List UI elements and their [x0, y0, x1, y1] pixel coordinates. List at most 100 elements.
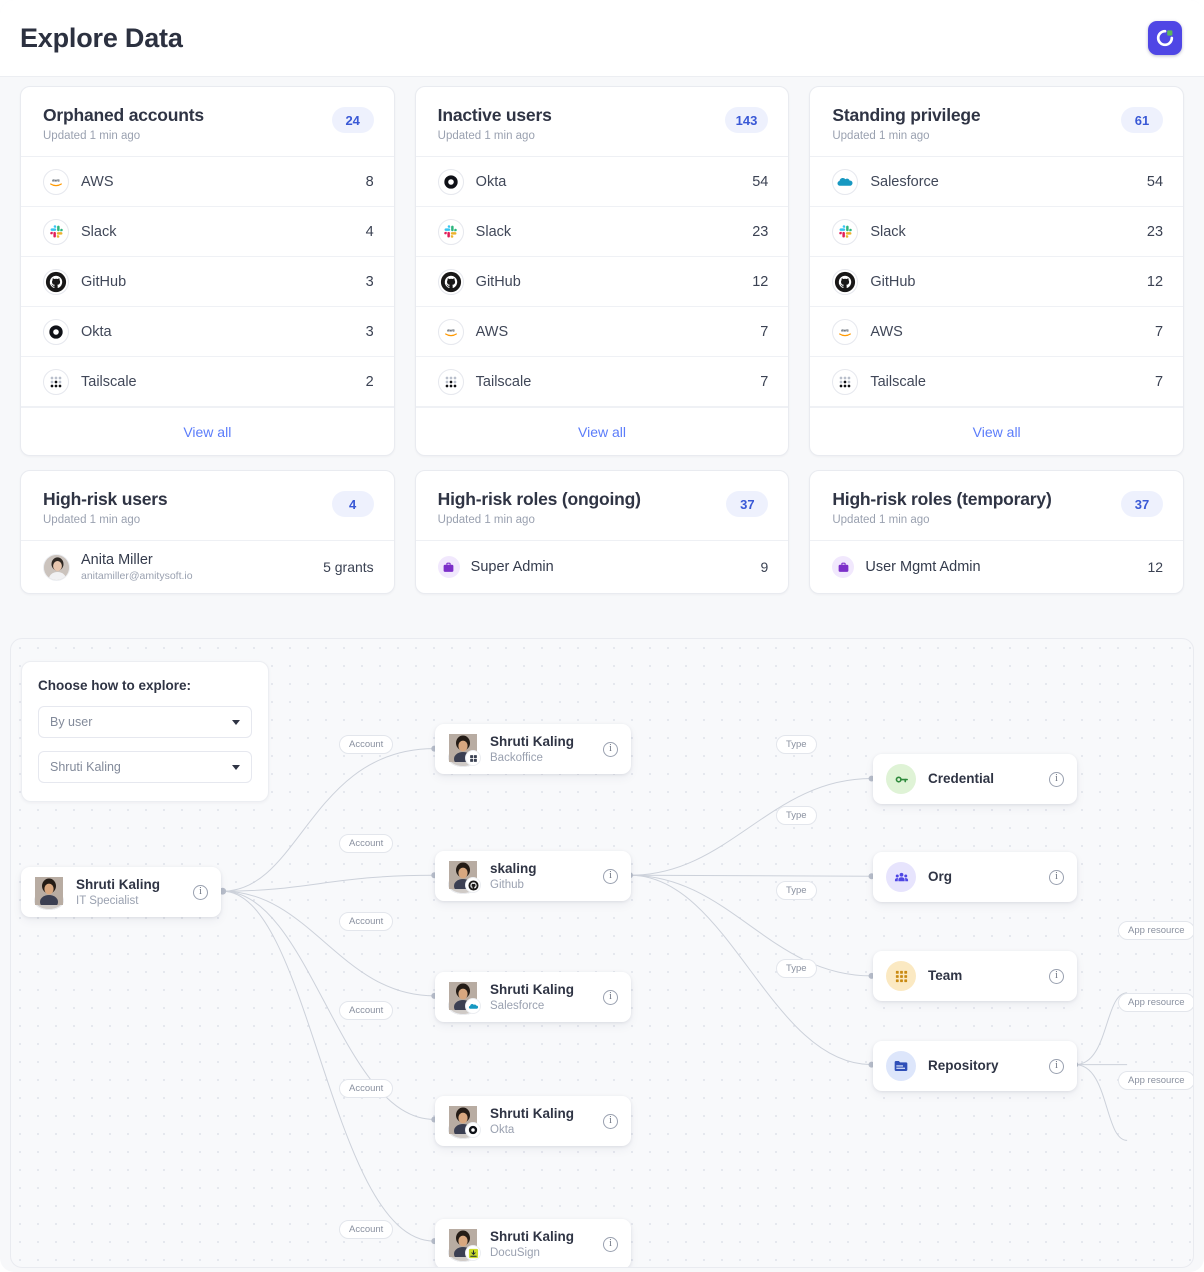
node-text: skaling Github [490, 861, 603, 891]
role-briefcase-icon [438, 556, 460, 578]
table-row[interactable]: Okta 3 [21, 307, 394, 357]
info-icon[interactable]: i [603, 990, 618, 1005]
info-icon[interactable]: i [603, 742, 618, 757]
graph-node-org[interactable]: Org i [873, 852, 1077, 902]
info-icon[interactable]: i [1049, 772, 1064, 787]
graph-node-root-user[interactable]: Shruti Kaling IT Specialist i [21, 867, 221, 917]
role-briefcase-icon [832, 556, 854, 578]
graph-node-repository[interactable]: Repository i [873, 1041, 1077, 1091]
avatar [43, 554, 70, 581]
card-subtitle: Updated 1 min ago [438, 514, 641, 526]
avatar [448, 982, 478, 1012]
key-icon [886, 764, 916, 794]
node-title: Shruti Kaling [76, 877, 193, 893]
info-icon[interactable]: i [1049, 870, 1064, 885]
graph-node-account-docusign[interactable]: Shruti Kaling DocuSign i [435, 1219, 631, 1268]
edge-label-app-resource: App resource [1118, 993, 1194, 1012]
row-value: 54 [752, 174, 768, 190]
table-row[interactable]: aws AWS 7 [416, 307, 789, 357]
list-item[interactable]: Super Admin 9 [416, 541, 789, 593]
table-row[interactable]: Tailscale 2 [21, 357, 394, 407]
explore-user-select[interactable]: Shruti Kaling [38, 751, 252, 783]
edge-label-account: Account [339, 1001, 393, 1020]
card-count-badge: 24 [332, 107, 374, 133]
graph-node-account-salesforce[interactable]: Shruti Kaling Salesforce i [435, 972, 631, 1022]
card-header: Inactive users Updated 1 min ago 143 [416, 87, 789, 157]
cards-row-2: High-risk users Updated 1 min ago 4 [0, 456, 1204, 594]
card-orphaned-accounts: Orphaned accounts Updated 1 min ago 24 a… [20, 86, 395, 456]
table-row[interactable]: Okta 54 [416, 157, 789, 207]
avatar [448, 1229, 478, 1259]
info-icon[interactable]: i [1049, 969, 1064, 984]
list-item[interactable]: User Mgmt Admin 12 [810, 541, 1183, 593]
card-title: Inactive users [438, 105, 552, 126]
graph-node-account-okta[interactable]: Shruti Kaling Okta i [435, 1096, 631, 1146]
graph-node-team[interactable]: Team i [873, 951, 1077, 1001]
role-meta: User Mgmt Admin [865, 559, 1147, 576]
cards-row-1: Orphaned accounts Updated 1 min ago 24 a… [0, 77, 1204, 456]
row-value: 7 [1155, 324, 1163, 340]
graph-node-credential[interactable]: Credential i [873, 754, 1077, 804]
table-row[interactable]: GitHub 12 [810, 257, 1183, 307]
table-row[interactable]: Tailscale 7 [810, 357, 1183, 407]
node-subtitle: IT Specialist [76, 895, 193, 907]
table-row[interactable]: aws AWS 8 [21, 157, 394, 207]
page-header: Explore Data [0, 0, 1204, 77]
row-value: 4 [366, 224, 374, 240]
user-name: Anita Miller [81, 552, 323, 569]
card-high-risk-roles-ongoing: High-risk roles (ongoing) Updated 1 min … [415, 470, 790, 594]
view-all-button[interactable]: View all [416, 407, 789, 455]
list-item[interactable]: Anita Miller anitamiller@amitysoft.io 5 … [21, 541, 394, 593]
svg-text:aws: aws [447, 327, 455, 332]
graph-node-account-backoffice[interactable]: Shruti Kaling Backoffice i [435, 724, 631, 774]
table-row[interactable]: GitHub 12 [416, 257, 789, 307]
card-subtitle: Updated 1 min ago [832, 130, 980, 142]
info-icon[interactable]: i [1049, 1059, 1064, 1074]
github-icon [43, 269, 69, 295]
table-row[interactable]: Slack 23 [810, 207, 1183, 257]
table-row[interactable]: Slack 4 [21, 207, 394, 257]
explore-graph-panel[interactable]: Choose how to explore: By user Shruti Ka… [10, 638, 1194, 1268]
card-high-risk-roles-temporary: High-risk roles (temporary) Updated 1 mi… [809, 470, 1184, 594]
info-icon[interactable]: i [603, 869, 618, 884]
info-icon[interactable]: i [603, 1114, 618, 1129]
row-value: 23 [752, 224, 768, 240]
page-title: Explore Data [20, 23, 183, 54]
table-row[interactable]: GitHub 3 [21, 257, 394, 307]
node-text: Shruti Kaling Okta [490, 1106, 603, 1136]
row-value: 7 [1155, 374, 1163, 390]
row-value: 12 [752, 274, 768, 290]
view-all-button[interactable]: View all [21, 407, 394, 455]
row-label: Tailscale [870, 374, 1155, 390]
info-icon[interactable]: i [193, 885, 208, 900]
row-label: GitHub [81, 274, 366, 290]
svg-text:aws: aws [52, 177, 60, 182]
edge-label-type: Type [776, 806, 817, 825]
row-label: Slack [81, 224, 366, 240]
row-label: GitHub [870, 274, 1147, 290]
explore-mode-select[interactable]: By user [38, 706, 252, 738]
table-row[interactable]: Salesforce 54 [810, 157, 1183, 207]
role-count: 12 [1147, 559, 1163, 575]
row-value: 12 [1147, 274, 1163, 290]
card-header: High-risk roles (ongoing) Updated 1 min … [416, 471, 789, 541]
info-icon[interactable]: i [603, 1237, 618, 1252]
grants-count: 5 grants [323, 559, 374, 575]
role-count: 9 [761, 559, 769, 575]
card-standing-privilege: Standing privilege Updated 1 min ago 61 … [809, 86, 1184, 456]
node-title: Team [928, 968, 1049, 984]
node-text: Team [928, 968, 1049, 984]
refresh-circle-icon[interactable] [1148, 21, 1182, 55]
graph-node-account-github[interactable]: skaling Github i [435, 851, 631, 901]
view-all-button[interactable]: View all [810, 407, 1183, 455]
user-meta: Anita Miller anitamiller@amitysoft.io [81, 552, 323, 583]
card-count-badge: 37 [1121, 491, 1163, 517]
row-label: Tailscale [81, 374, 366, 390]
table-row[interactable]: aws AWS 7 [810, 307, 1183, 357]
card-title: Standing privilege [832, 105, 980, 126]
table-row[interactable]: Tailscale 7 [416, 357, 789, 407]
table-row[interactable]: Slack 23 [416, 207, 789, 257]
card-header: Orphaned accounts Updated 1 min ago 24 [21, 87, 394, 157]
avatar [448, 861, 478, 891]
node-title: skaling [490, 861, 603, 877]
